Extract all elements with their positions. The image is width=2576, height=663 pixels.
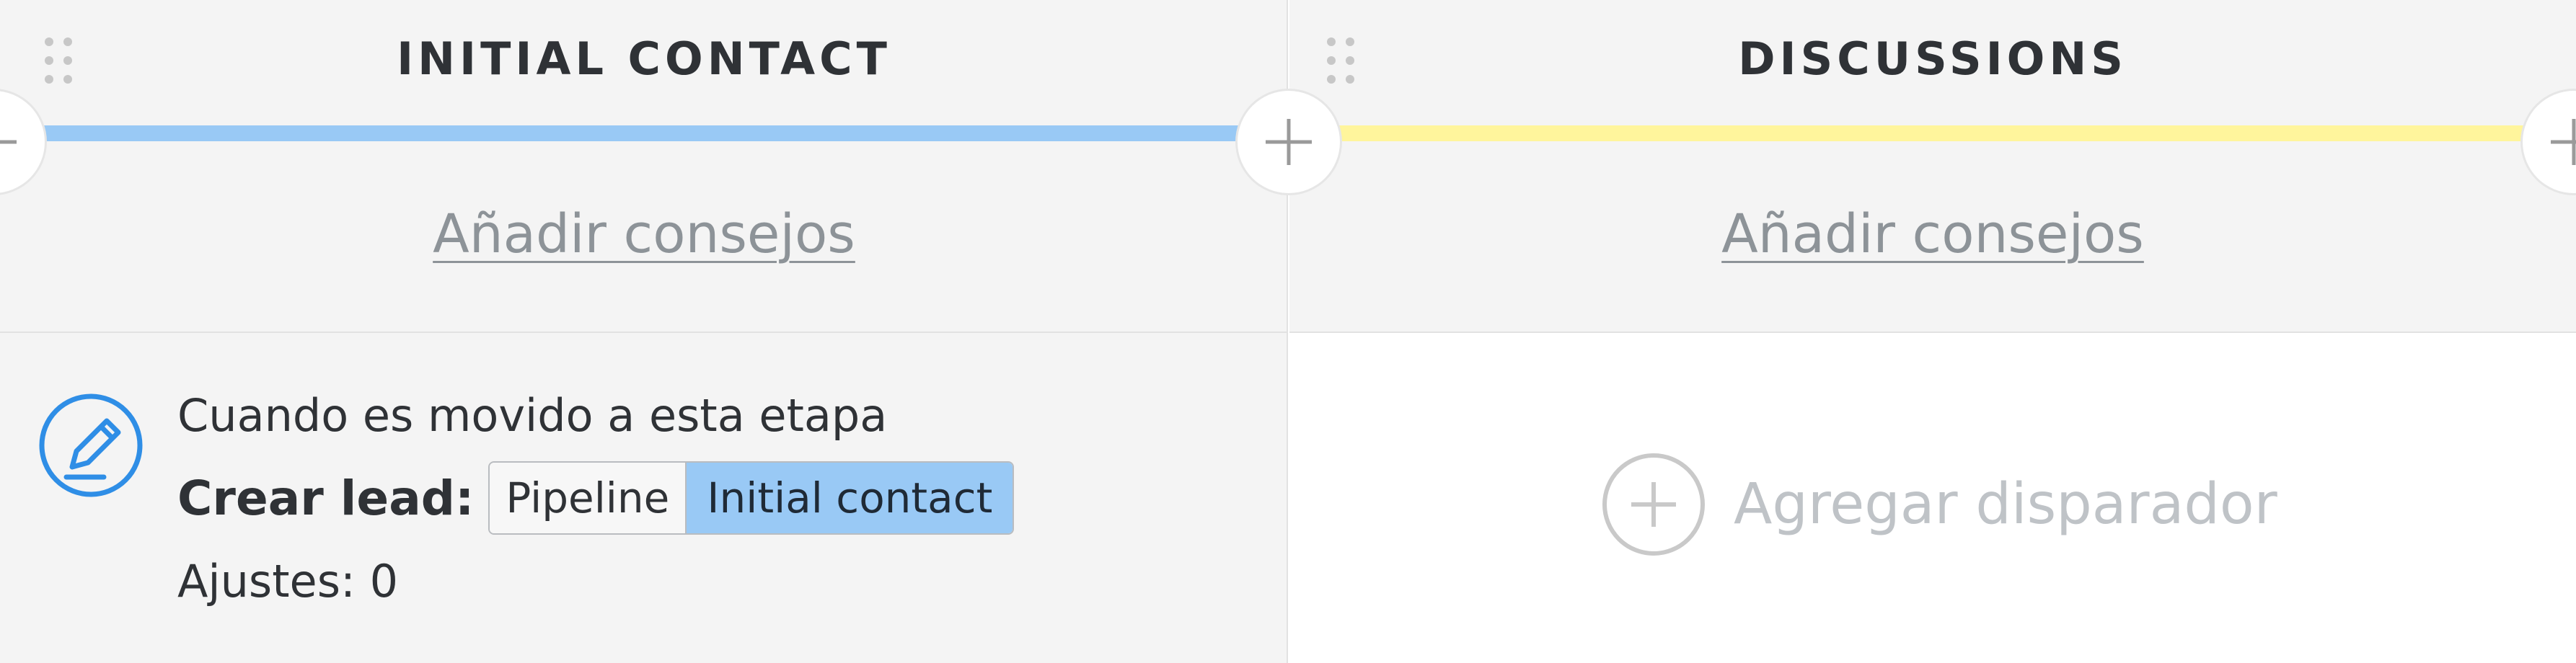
stage-header: DISCUSSIONS Añadir consejos: [1289, 0, 2576, 333]
stage-color-bar: [1289, 125, 2576, 141]
stage-color-bar: [0, 125, 1288, 141]
trigger-action-label: Crear lead:: [177, 470, 475, 526]
stage-body: Agregar disparador: [1289, 333, 2576, 663]
add-tips-link[interactable]: Añadir consejos: [0, 203, 1288, 265]
add-trigger-label: Agregar disparador: [1734, 472, 2277, 537]
trigger-settings[interactable]: Ajustes: 0: [177, 555, 398, 608]
pipeline-stage-chip[interactable]: Pipeline Initial contact: [488, 461, 1015, 535]
stage-title: DISCUSSIONS: [1738, 32, 2127, 85]
add-trigger-button[interactable]: Agregar disparador: [1602, 447, 2277, 562]
trigger-condition: Cuando es movido a esta etapa: [177, 389, 888, 442]
stage-column-initial-contact: INITIAL CONTACT Añadir consejos Cuando e…: [0, 0, 1288, 663]
chip-stage: Initial contact: [687, 463, 1013, 533]
stage-title: INITIAL CONTACT: [397, 32, 891, 85]
stage-column-discussions: DISCUSSIONS Añadir consejos Agregar disp…: [1289, 0, 2576, 663]
add-stage-button-middle[interactable]: [1238, 91, 1340, 193]
stage-header: INITIAL CONTACT Añadir consejos: [0, 0, 1288, 333]
stage-body: Cuando es movido a esta etapa Crear lead…: [0, 333, 1287, 663]
plus-circle-icon: [1602, 453, 1705, 556]
trigger-action-row: Crear lead: Pipeline Initial contact: [177, 461, 1015, 535]
chip-pipeline: Pipeline: [490, 463, 687, 533]
add-tips-link[interactable]: Añadir consejos: [1289, 203, 2576, 265]
edit-icon[interactable]: [35, 389, 147, 502]
